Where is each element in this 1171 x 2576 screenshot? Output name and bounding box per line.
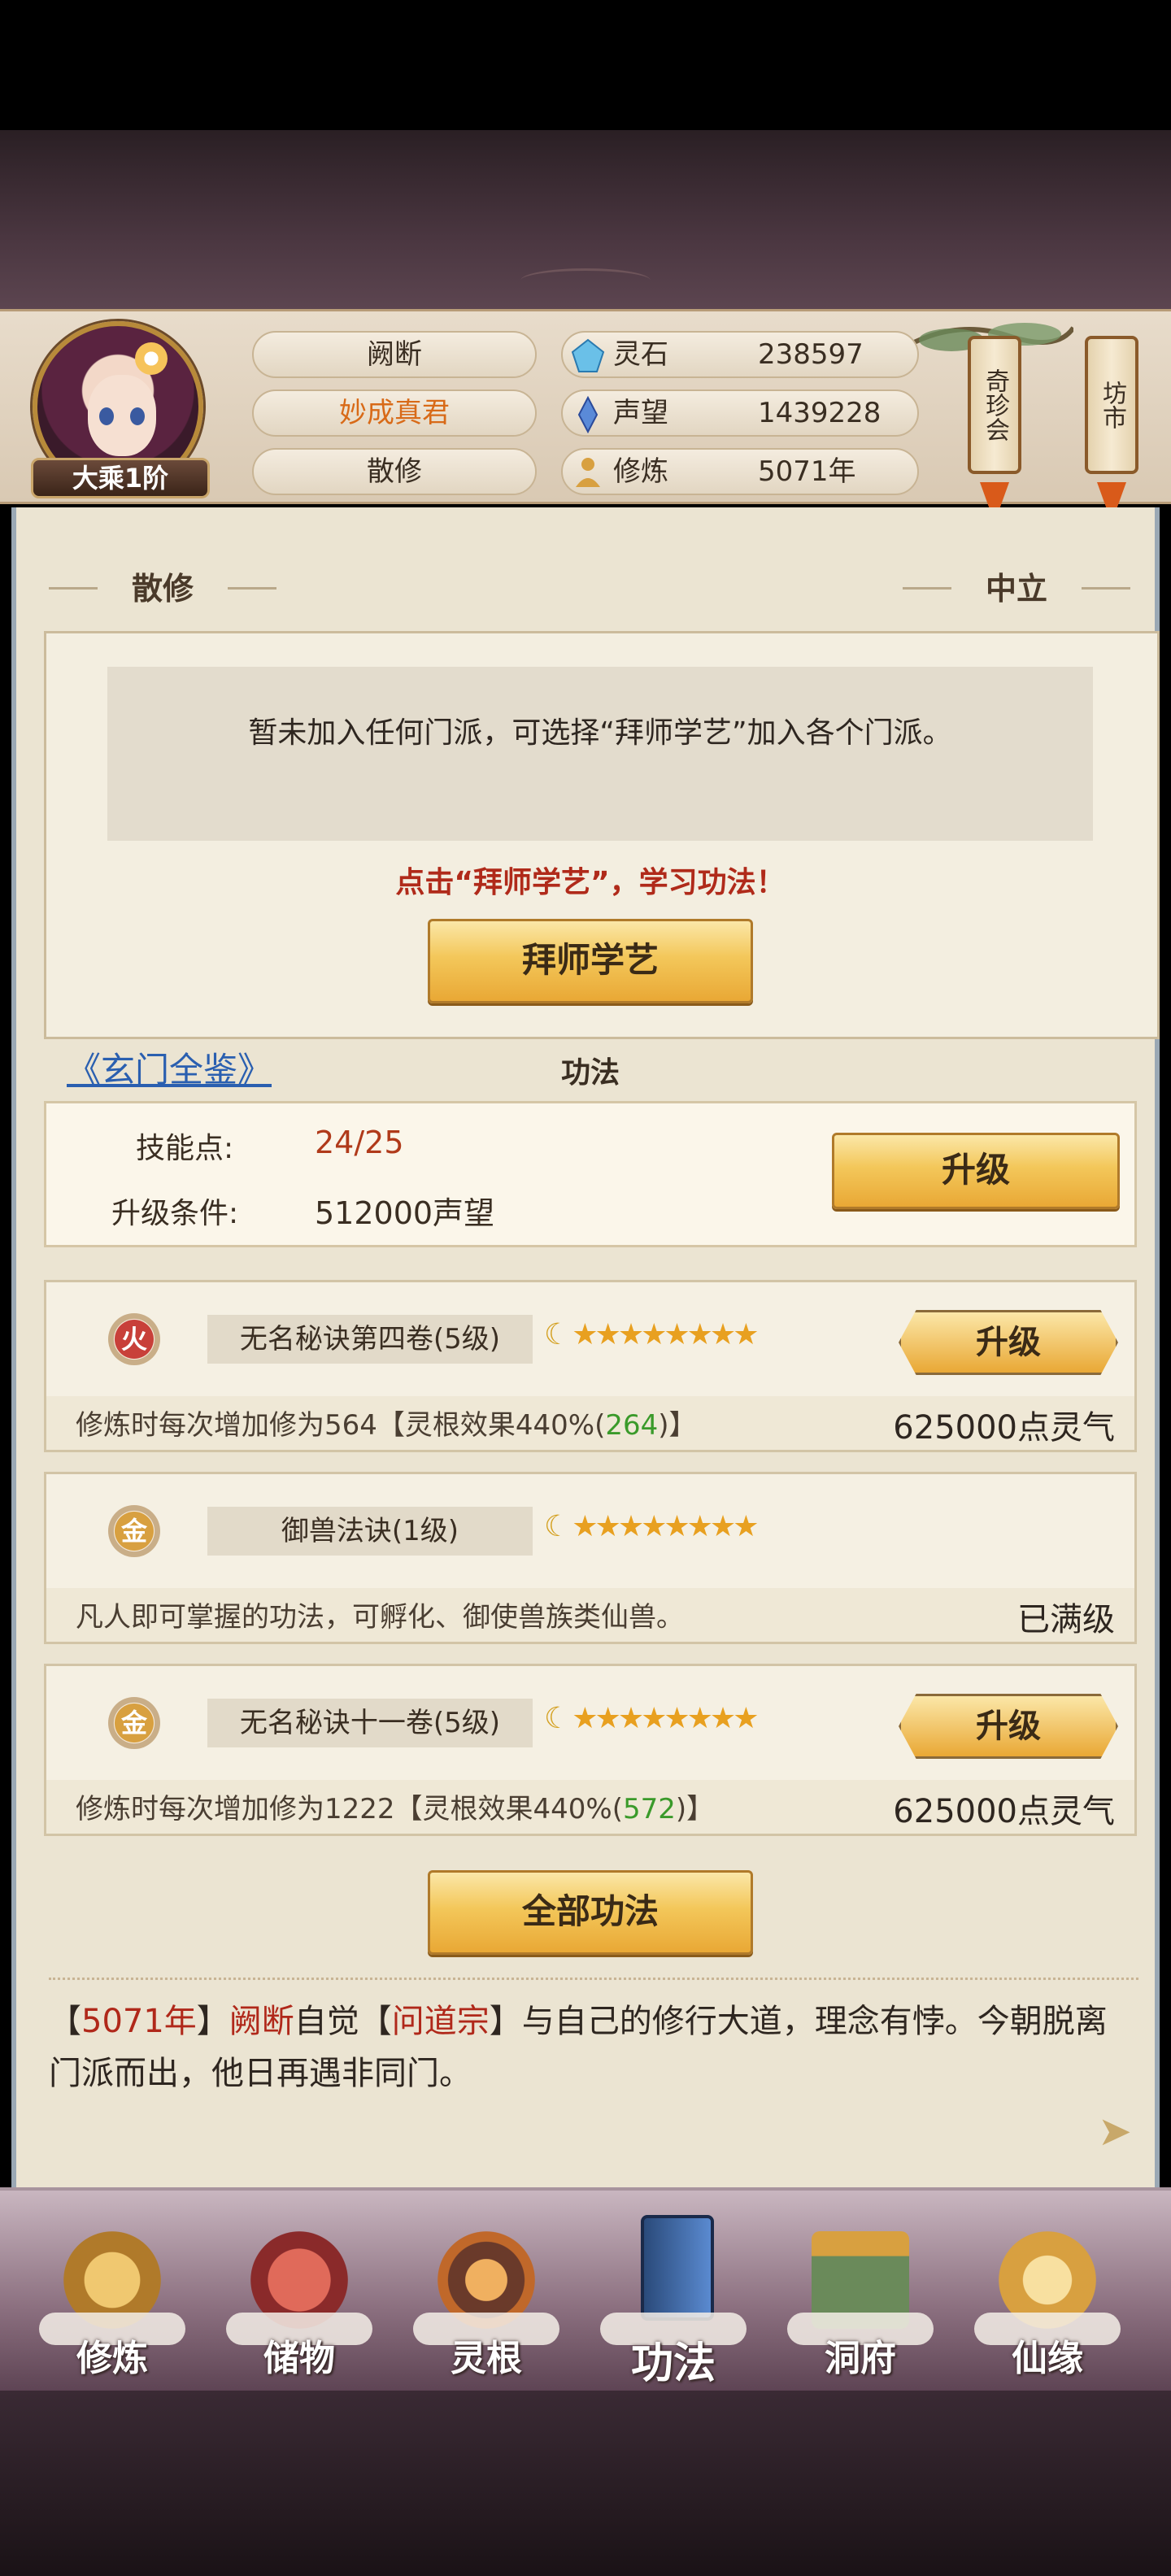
divider xyxy=(49,1978,1138,1986)
alignment-label: 中立 xyxy=(903,564,1130,613)
technique-max-level: 已满级 xyxy=(1017,1601,1115,1638)
technique-stars: ☾ ★★★★★★★★ xyxy=(544,1318,759,1351)
upgrade-condition-label: 升级条件: xyxy=(111,1197,239,1230)
technique-desc: 修炼时每次增加修为564【灵根效果440%(264)】 xyxy=(76,1409,697,1442)
skill-points-box: 技能点: 24/25 升级条件: 512000声望 升级 xyxy=(44,1101,1137,1247)
cultivation-label: 修炼 xyxy=(613,455,668,488)
metal-element-icon: 金 xyxy=(108,1505,160,1557)
technique-card: 金 御兽法诀(1级) ☾ ★★★★★★★★ 凡人即可掌握的功法，可孵化、御使兽族类… xyxy=(44,1472,1137,1644)
sect-notice: 暂未加入任何门派，可选择“拜师学艺”加入各个门派。 xyxy=(107,667,1093,841)
cultivation-counter: 修炼 5071年 xyxy=(561,448,919,495)
apprentice-hint: 点击“拜师学艺”，学习功法！ xyxy=(395,866,786,899)
technique-cost: 625000点灵气 xyxy=(893,1793,1115,1830)
technique-name: 御兽法诀(1级) xyxy=(207,1507,533,1556)
technique-cost: 625000点灵气 xyxy=(893,1409,1115,1447)
top-bar xyxy=(0,0,1171,130)
top-banner xyxy=(0,130,1171,309)
treasure-fair-button[interactable]: 奇珍会 xyxy=(968,336,1021,474)
nav-techniques[interactable]: 功法 xyxy=(592,2199,755,2394)
cultivation-value: 5071年 xyxy=(758,455,856,488)
player-header: 大乘1阶 阙断 妙成真君 散修 灵石 238597 声望 1439228 修炼 … xyxy=(0,309,1171,523)
spirit-stone-icon xyxy=(571,338,605,372)
cultivation-icon xyxy=(576,458,600,487)
techniques-title: 功法 xyxy=(560,1056,620,1090)
nav-storage[interactable]: 储物 xyxy=(218,2199,381,2394)
next-arrow-icon[interactable]: ➤ xyxy=(1098,2108,1132,2155)
nav-spirit-root[interactable]: 灵根 xyxy=(405,2199,568,2394)
player-title: 妙成真君 xyxy=(252,389,537,437)
technique-name: 无名秘诀第四卷(5级) xyxy=(207,1315,533,1364)
main-panel: 散修 中立 暂未加入任何门派，可选择“拜师学艺”加入各个门派。 点击“拜师学艺”… xyxy=(11,507,1160,2187)
market-button[interactable]: 坊市 xyxy=(1085,336,1138,474)
technique-upgrade-button[interactable]: 升级 xyxy=(899,1694,1118,1759)
technique-desc: 修炼时每次增加修为1222【灵根效果440%(572)】 xyxy=(76,1793,715,1825)
skill-points-label: 技能点: xyxy=(136,1132,234,1165)
skill-points-value: 24/25 xyxy=(315,1125,404,1160)
moon-icon: ☾ xyxy=(544,1510,570,1543)
metal-element-icon: 金 xyxy=(108,1697,160,1749)
technique-card: 金 无名秘诀十一卷(5级) ☾ ★★★★★★★★ 升级 修炼时每次增加修为1222… xyxy=(44,1664,1137,1836)
player-sect: 散修 xyxy=(252,448,537,495)
reputation-counter: 声望 1439228 xyxy=(561,389,919,437)
spirit-stone-counter: 灵石 238597 xyxy=(561,331,919,378)
technique-desc: 凡人即可掌握的功法，可孵化、御使兽族类仙兽。 xyxy=(76,1601,684,1634)
technique-stars: ☾ ★★★★★★★★ xyxy=(544,1510,759,1543)
nav-cave[interactable]: 洞府 xyxy=(779,2199,942,2394)
nav-fortune[interactable]: 仙缘 xyxy=(966,2199,1129,2394)
reputation-icon xyxy=(577,396,599,433)
technique-upgrade-button[interactable]: 升级 xyxy=(899,1310,1118,1375)
spirit-stone-label: 灵石 xyxy=(613,338,668,371)
technique-card: 火 无名秘诀第四卷(5级) ☾ ★★★★★★★★ 升级 修炼时每次增加修为564【… xyxy=(44,1280,1137,1452)
technique-stars: ☾ ★★★★★★★★ xyxy=(544,1702,759,1735)
bottom-band xyxy=(0,2391,1171,2576)
fire-element-icon: 火 xyxy=(108,1313,160,1365)
rank-badge: 大乘1阶 xyxy=(31,458,210,498)
sect-status-label: 散修 xyxy=(49,564,276,613)
reputation-value: 1439228 xyxy=(758,397,882,429)
moon-icon: ☾ xyxy=(544,1702,570,1735)
technique-book-icon xyxy=(641,2215,714,2321)
spirit-stone-value: 238597 xyxy=(758,338,864,371)
player-name: 阙断 xyxy=(252,331,537,378)
technique-name: 无名秘诀十一卷(5级) xyxy=(207,1699,533,1747)
apprentice-button[interactable]: 拜师学艺 xyxy=(428,919,753,1003)
skill-upgrade-button[interactable]: 升级 xyxy=(832,1133,1120,1209)
nav-cultivate[interactable]: 修炼 xyxy=(31,2199,194,2394)
moon-icon: ☾ xyxy=(544,1318,570,1351)
bottom-nav: 修炼 储物 灵根 功法 洞府 仙缘 xyxy=(0,2187,1171,2391)
reputation-label: 声望 xyxy=(613,397,668,429)
upgrade-condition-value: 512000声望 xyxy=(315,1195,495,1231)
all-techniques-button[interactable]: 全部功法 xyxy=(428,1870,753,1955)
event-log: 【5071年】阙断自觉【问道宗】与自己的修行大道，理念有悖。今朝脱离门派而出，他… xyxy=(49,2003,1108,2092)
